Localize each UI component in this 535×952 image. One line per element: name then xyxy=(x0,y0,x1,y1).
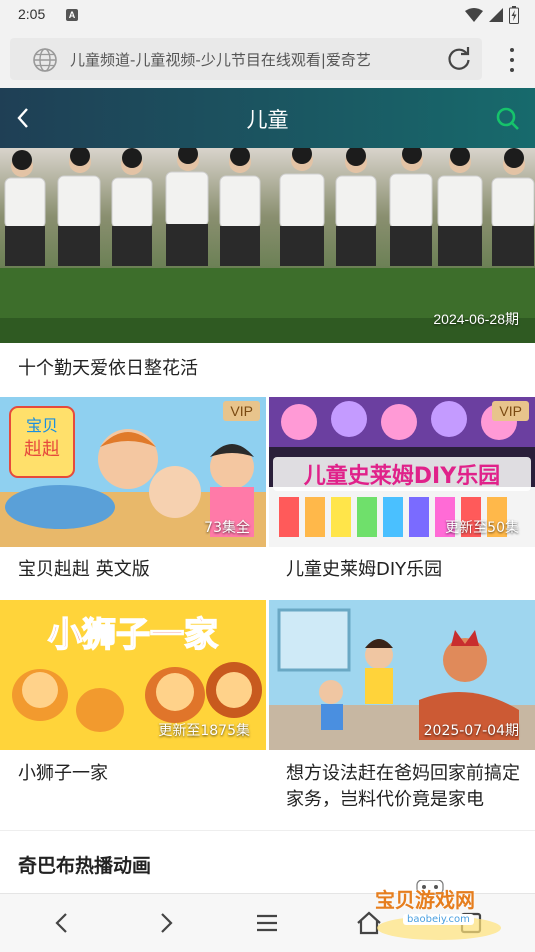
nav-back-icon[interactable] xyxy=(48,908,78,938)
card-title[interactable]: 儿童史莱姆DIY乐园 xyxy=(286,557,526,583)
section-title: 奇巴布热播动画 xyxy=(18,855,152,877)
nav-tabs-icon[interactable] xyxy=(456,908,486,938)
notification-a-icon: A xyxy=(66,9,78,21)
vip-badge: VIP xyxy=(492,401,529,421)
svg-text:宝贝: 宝贝 xyxy=(26,416,58,435)
card-thumbnail[interactable]: 2025-07-04期 xyxy=(269,600,535,750)
card-thumbnail[interactable]: 儿童史莱姆DIY乐园 VIP 更新至50集 xyxy=(269,397,535,547)
channel-title: 儿童 xyxy=(246,108,289,132)
status-bar: 2:05 A xyxy=(0,0,535,30)
episode-count: 更新至50集 xyxy=(445,520,519,536)
globe-icon xyxy=(33,48,57,72)
signal-icon xyxy=(489,8,503,22)
wifi-icon xyxy=(465,8,483,22)
status-time: 2:05 xyxy=(18,6,46,22)
status-icons xyxy=(465,6,519,24)
browser-bottom-nav xyxy=(0,893,535,952)
hero-date: 2024-06-28期 xyxy=(433,311,519,327)
svg-text:儿童史莱姆DIY乐园: 儿童史莱姆DIY乐园 xyxy=(303,463,500,489)
nav-home-icon[interactable] xyxy=(354,908,384,938)
vip-badge: VIP xyxy=(223,401,260,421)
search-icon[interactable] xyxy=(495,106,521,132)
battery-icon xyxy=(509,6,519,24)
nav-forward-icon[interactable] xyxy=(150,908,180,938)
episode-date: 2025-07-04期 xyxy=(423,723,519,739)
kebab-menu-icon[interactable] xyxy=(509,48,515,72)
episode-count: 73集全 xyxy=(204,520,250,536)
card-thumbnail[interactable]: 宝贝 赳赳 VIP 73集全 xyxy=(0,397,266,547)
card-title[interactable]: 宝贝赳赳 英文版 xyxy=(18,557,258,583)
svg-text:小狮子一家: 小狮子一家 xyxy=(48,615,218,655)
browser-toolbar: 儿童频道-儿童视频-少儿节目在线观看|爱奇艺 xyxy=(0,30,535,88)
card-thumbnail[interactable]: 小狮子一家 更新至1875集 xyxy=(0,600,266,750)
hero-caption[interactable]: 十个勤天爱依日整花活 xyxy=(18,354,198,380)
svg-text:赳赳: 赳赳 xyxy=(24,439,60,460)
section-divider xyxy=(0,830,535,831)
url-text: 儿童频道-儿童视频-少儿节目在线观看|爱奇艺 xyxy=(70,51,371,69)
nav-menu-icon[interactable] xyxy=(252,908,282,938)
reload-icon[interactable] xyxy=(446,46,472,72)
channel-header: 儿童 xyxy=(0,88,535,148)
address-bar[interactable]: 儿童频道-儿童视频-少儿节目在线观看|爱奇艺 xyxy=(10,38,482,80)
hero-banner[interactable]: 2024-06-28期 xyxy=(0,148,535,343)
card-title[interactable]: 想方设法赶在爸妈回家前搞定家务，岂料代价竟是家电 xyxy=(286,761,528,813)
card-title[interactable]: 小狮子一家 xyxy=(18,761,258,787)
episode-count: 更新至1875集 xyxy=(158,723,250,739)
